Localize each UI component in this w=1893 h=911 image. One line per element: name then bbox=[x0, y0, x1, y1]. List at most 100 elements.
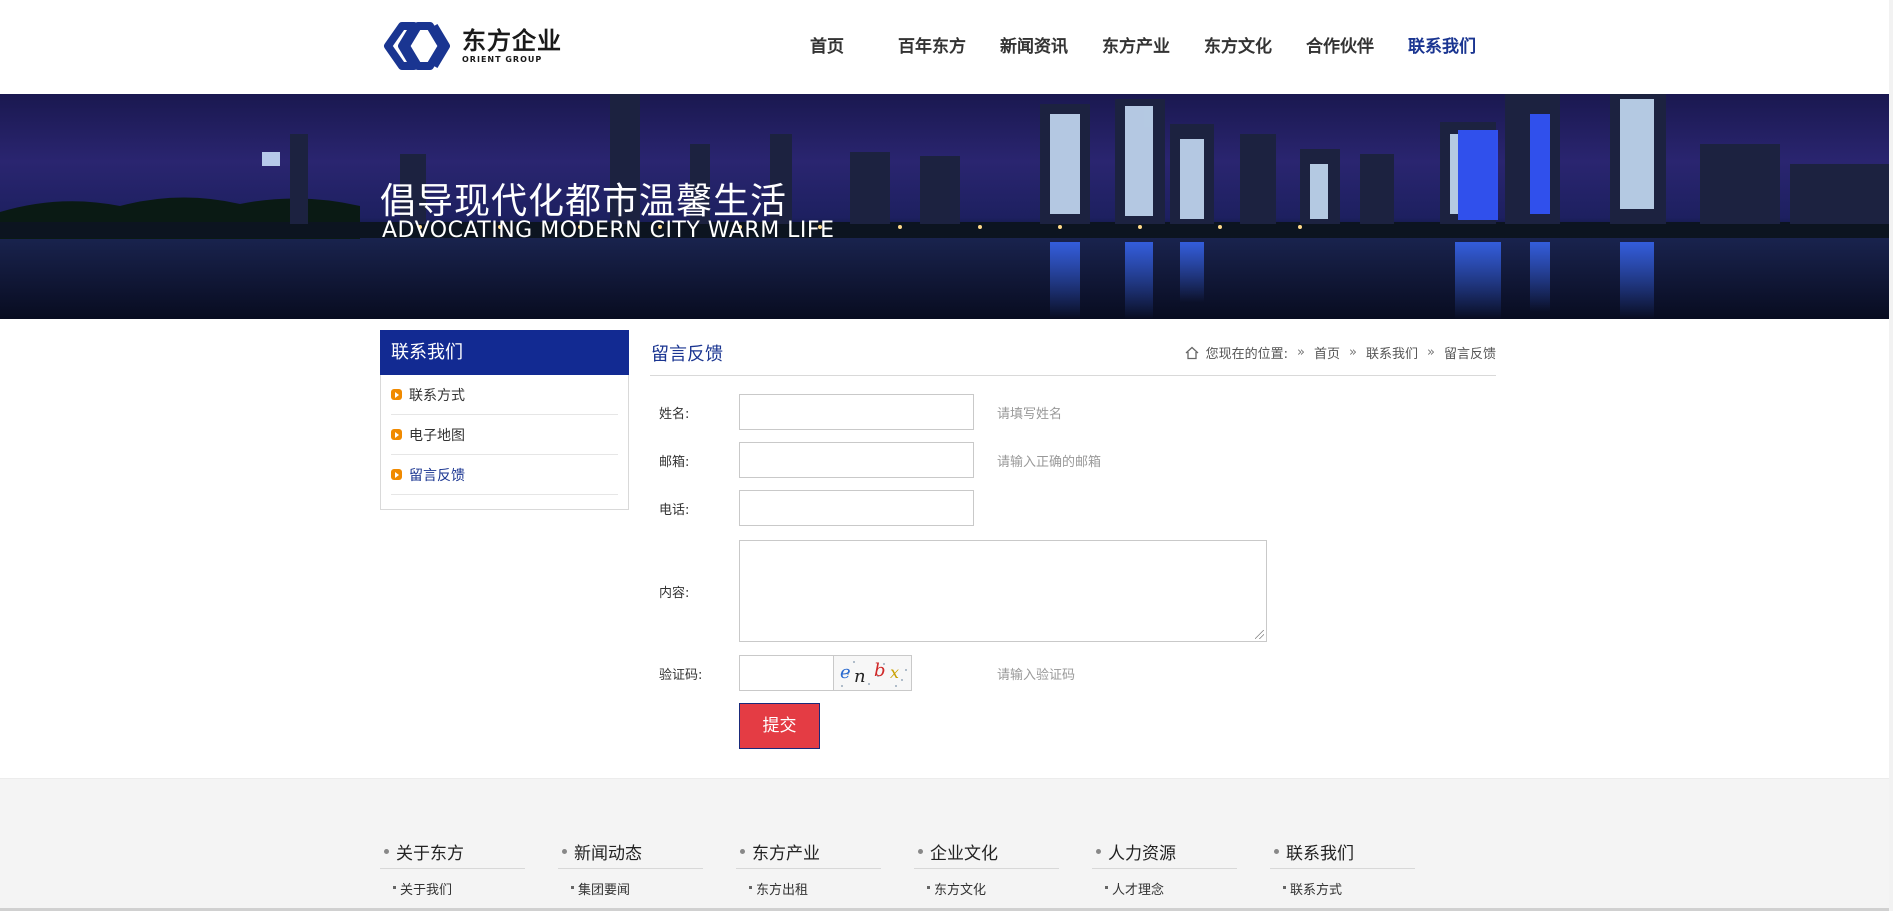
footer-column-title: 东方产业 bbox=[736, 835, 881, 869]
sidebar-item-feedback[interactable]: 留言反馈 bbox=[391, 455, 618, 495]
footer-link-text: 人才理念 bbox=[1112, 883, 1165, 898]
content-header: 留言反馈 您现在的位置: » 首页 » 联系我们 » 留言反馈 bbox=[650, 330, 1496, 376]
name-input[interactable] bbox=[739, 394, 974, 430]
captcha-label: 验证码: bbox=[659, 668, 703, 683]
captcha-hint: 请输入验证码 bbox=[997, 668, 1076, 683]
sidebar-item-contact-info[interactable]: 联系方式 bbox=[391, 375, 618, 415]
footer-link[interactable]: 东方文化 bbox=[914, 879, 1059, 898]
email-hint: 请输入正确的邮箱 bbox=[997, 455, 1102, 470]
main-nav: 首页 百年东方 新闻资讯 东方产业 东方文化 合作伙伴 联系我们 bbox=[810, 32, 1510, 62]
dot-icon bbox=[384, 849, 389, 854]
hero-banner: 倡导现代化都市温馨生活 ADVOCATING MODERN CITY WARM … bbox=[0, 94, 1889, 319]
footer-column: 关于东方 关于我们 bbox=[380, 835, 525, 898]
footer-column: 企业文化 东方文化 bbox=[914, 835, 1059, 898]
city-skyline-image bbox=[0, 94, 1889, 319]
breadcrumb-prefix: 您现在的位置: bbox=[1205, 347, 1289, 362]
dot-icon bbox=[1096, 849, 1101, 854]
footer-column: 联系我们 联系方式 bbox=[1270, 835, 1415, 898]
footer-title-text: 新闻动态 bbox=[574, 844, 642, 864]
site-header: 东方企业 ORIENT GROUP 首页 百年东方 新闻资讯 东方产业 东方文化… bbox=[0, 0, 1893, 94]
footer-link-text: 集团要闻 bbox=[578, 883, 631, 898]
breadcrumb-sep: » bbox=[1297, 345, 1306, 360]
name-label: 姓名: bbox=[659, 407, 690, 422]
banner-title: 倡导现代化都市温馨生活 bbox=[380, 181, 788, 222]
site-footer: 关于东方 关于我们 新闻动态 集团要闻 东方产业 东方出租 企业文化 东方文化 … bbox=[0, 778, 1889, 911]
footer-link-text: 联系方式 bbox=[1290, 883, 1343, 898]
dot-icon bbox=[740, 849, 745, 854]
breadcrumb-home[interactable]: 首页 bbox=[1314, 343, 1340, 362]
footer-link[interactable]: 人才理念 bbox=[1092, 879, 1237, 898]
logo-mark-icon bbox=[384, 22, 450, 70]
dot-icon bbox=[1274, 849, 1279, 854]
bullet-arrow-icon bbox=[391, 469, 402, 480]
footer-link-text: 关于我们 bbox=[400, 883, 453, 898]
sidebar: 联系我们 联系方式 电子地图 留言反馈 bbox=[380, 330, 629, 510]
sidebar-item-label: 电子地图 bbox=[409, 427, 465, 444]
footer-title-text: 人力资源 bbox=[1108, 844, 1176, 864]
dot-icon bbox=[562, 849, 567, 854]
captcha-noise-icon: e n b x bbox=[840, 660, 907, 687]
svg-text:n: n bbox=[854, 666, 866, 687]
svg-text:b: b bbox=[874, 660, 886, 681]
phone-label: 电话: bbox=[659, 503, 690, 518]
bullet-arrow-icon bbox=[391, 389, 402, 400]
footer-title-text: 企业文化 bbox=[930, 844, 998, 864]
logo-cn: 东方企业 bbox=[462, 27, 562, 55]
vertical-scrollbar[interactable] bbox=[1889, 0, 1893, 911]
sidebar-item-map[interactable]: 电子地图 bbox=[391, 415, 618, 455]
footer-column-title: 联系我们 bbox=[1270, 835, 1415, 869]
nav-item-history[interactable]: 百年东方 bbox=[898, 32, 966, 62]
home-icon bbox=[1185, 346, 1199, 359]
footer-link-text: 东方文化 bbox=[934, 883, 987, 898]
captcha-input[interactable] bbox=[739, 655, 834, 691]
email-input[interactable] bbox=[739, 442, 974, 478]
footer-title-text: 关于东方 bbox=[396, 844, 464, 864]
footer-column: 东方产业 东方出租 bbox=[736, 835, 881, 898]
footer-link[interactable]: 联系方式 bbox=[1270, 879, 1415, 898]
footer-link-text: 东方出租 bbox=[756, 883, 809, 898]
sidebar-title: 联系我们 bbox=[380, 330, 629, 375]
sidebar-list: 联系方式 电子地图 留言反馈 bbox=[381, 375, 628, 495]
nav-item-contact[interactable]: 联系我们 bbox=[1408, 32, 1476, 62]
dot-icon bbox=[918, 849, 923, 854]
email-label: 邮箱: bbox=[659, 455, 690, 470]
footer-title-text: 东方产业 bbox=[752, 844, 820, 864]
logo-text: 东方企业 ORIENT GROUP bbox=[462, 27, 562, 65]
captcha-image[interactable]: e n b x bbox=[833, 655, 912, 691]
content-label: 内容: bbox=[659, 586, 690, 601]
breadcrumb: 您现在的位置: » 首页 » 联系我们 » 留言反馈 bbox=[1184, 343, 1496, 362]
nav-item-industry[interactable]: 东方产业 bbox=[1102, 32, 1170, 62]
resize-grip-icon[interactable] bbox=[1255, 630, 1264, 639]
footer-link[interactable]: 集团要闻 bbox=[558, 879, 703, 898]
breadcrumb-sep: » bbox=[1349, 345, 1357, 360]
breadcrumb-sep: » bbox=[1427, 345, 1435, 360]
footer-link[interactable]: 东方出租 bbox=[736, 879, 881, 898]
footer-columns: 关于东方 关于我们 新闻动态 集团要闻 东方产业 东方出租 企业文化 东方文化 … bbox=[380, 835, 1448, 898]
breadcrumb-contact[interactable]: 联系我们 bbox=[1366, 343, 1418, 362]
footer-title-text: 联系我们 bbox=[1286, 844, 1354, 864]
page-title: 留言反馈 bbox=[651, 344, 723, 365]
svg-text:x: x bbox=[890, 663, 899, 682]
footer-column-title: 关于东方 bbox=[380, 835, 525, 869]
footer-column-title: 企业文化 bbox=[914, 835, 1059, 869]
sidebar-item-label: 留言反馈 bbox=[409, 467, 465, 484]
footer-link[interactable]: 关于我们 bbox=[380, 879, 525, 898]
nav-item-partners[interactable]: 合作伙伴 bbox=[1306, 32, 1374, 62]
submit-button[interactable]: 提交 bbox=[739, 703, 820, 749]
content-textarea[interactable] bbox=[739, 540, 1267, 642]
banner-subtitle: ADVOCATING MODERN CITY WARM LIFE bbox=[382, 218, 835, 243]
nav-item-culture[interactable]: 东方文化 bbox=[1204, 32, 1272, 62]
page: 东方企业 ORIENT GROUP 首页 百年东方 新闻资讯 东方产业 东方文化… bbox=[0, 0, 1893, 911]
footer-column-title: 人力资源 bbox=[1092, 835, 1237, 869]
footer-column: 人力资源 人才理念 bbox=[1092, 835, 1237, 898]
bullet-arrow-icon bbox=[391, 429, 402, 440]
logo[interactable]: 东方企业 ORIENT GROUP bbox=[380, 18, 570, 74]
breadcrumb-feedback[interactable]: 留言反馈 bbox=[1444, 343, 1496, 362]
logo-en: ORIENT GROUP bbox=[462, 55, 543, 64]
nav-item-news[interactable]: 新闻资讯 bbox=[1000, 32, 1068, 62]
svg-text:e: e bbox=[840, 662, 851, 683]
footer-column: 新闻动态 集团要闻 bbox=[558, 835, 703, 898]
nav-item-home[interactable]: 首页 bbox=[810, 32, 844, 62]
footer-column-title: 新闻动态 bbox=[558, 835, 703, 869]
phone-input[interactable] bbox=[739, 490, 974, 526]
